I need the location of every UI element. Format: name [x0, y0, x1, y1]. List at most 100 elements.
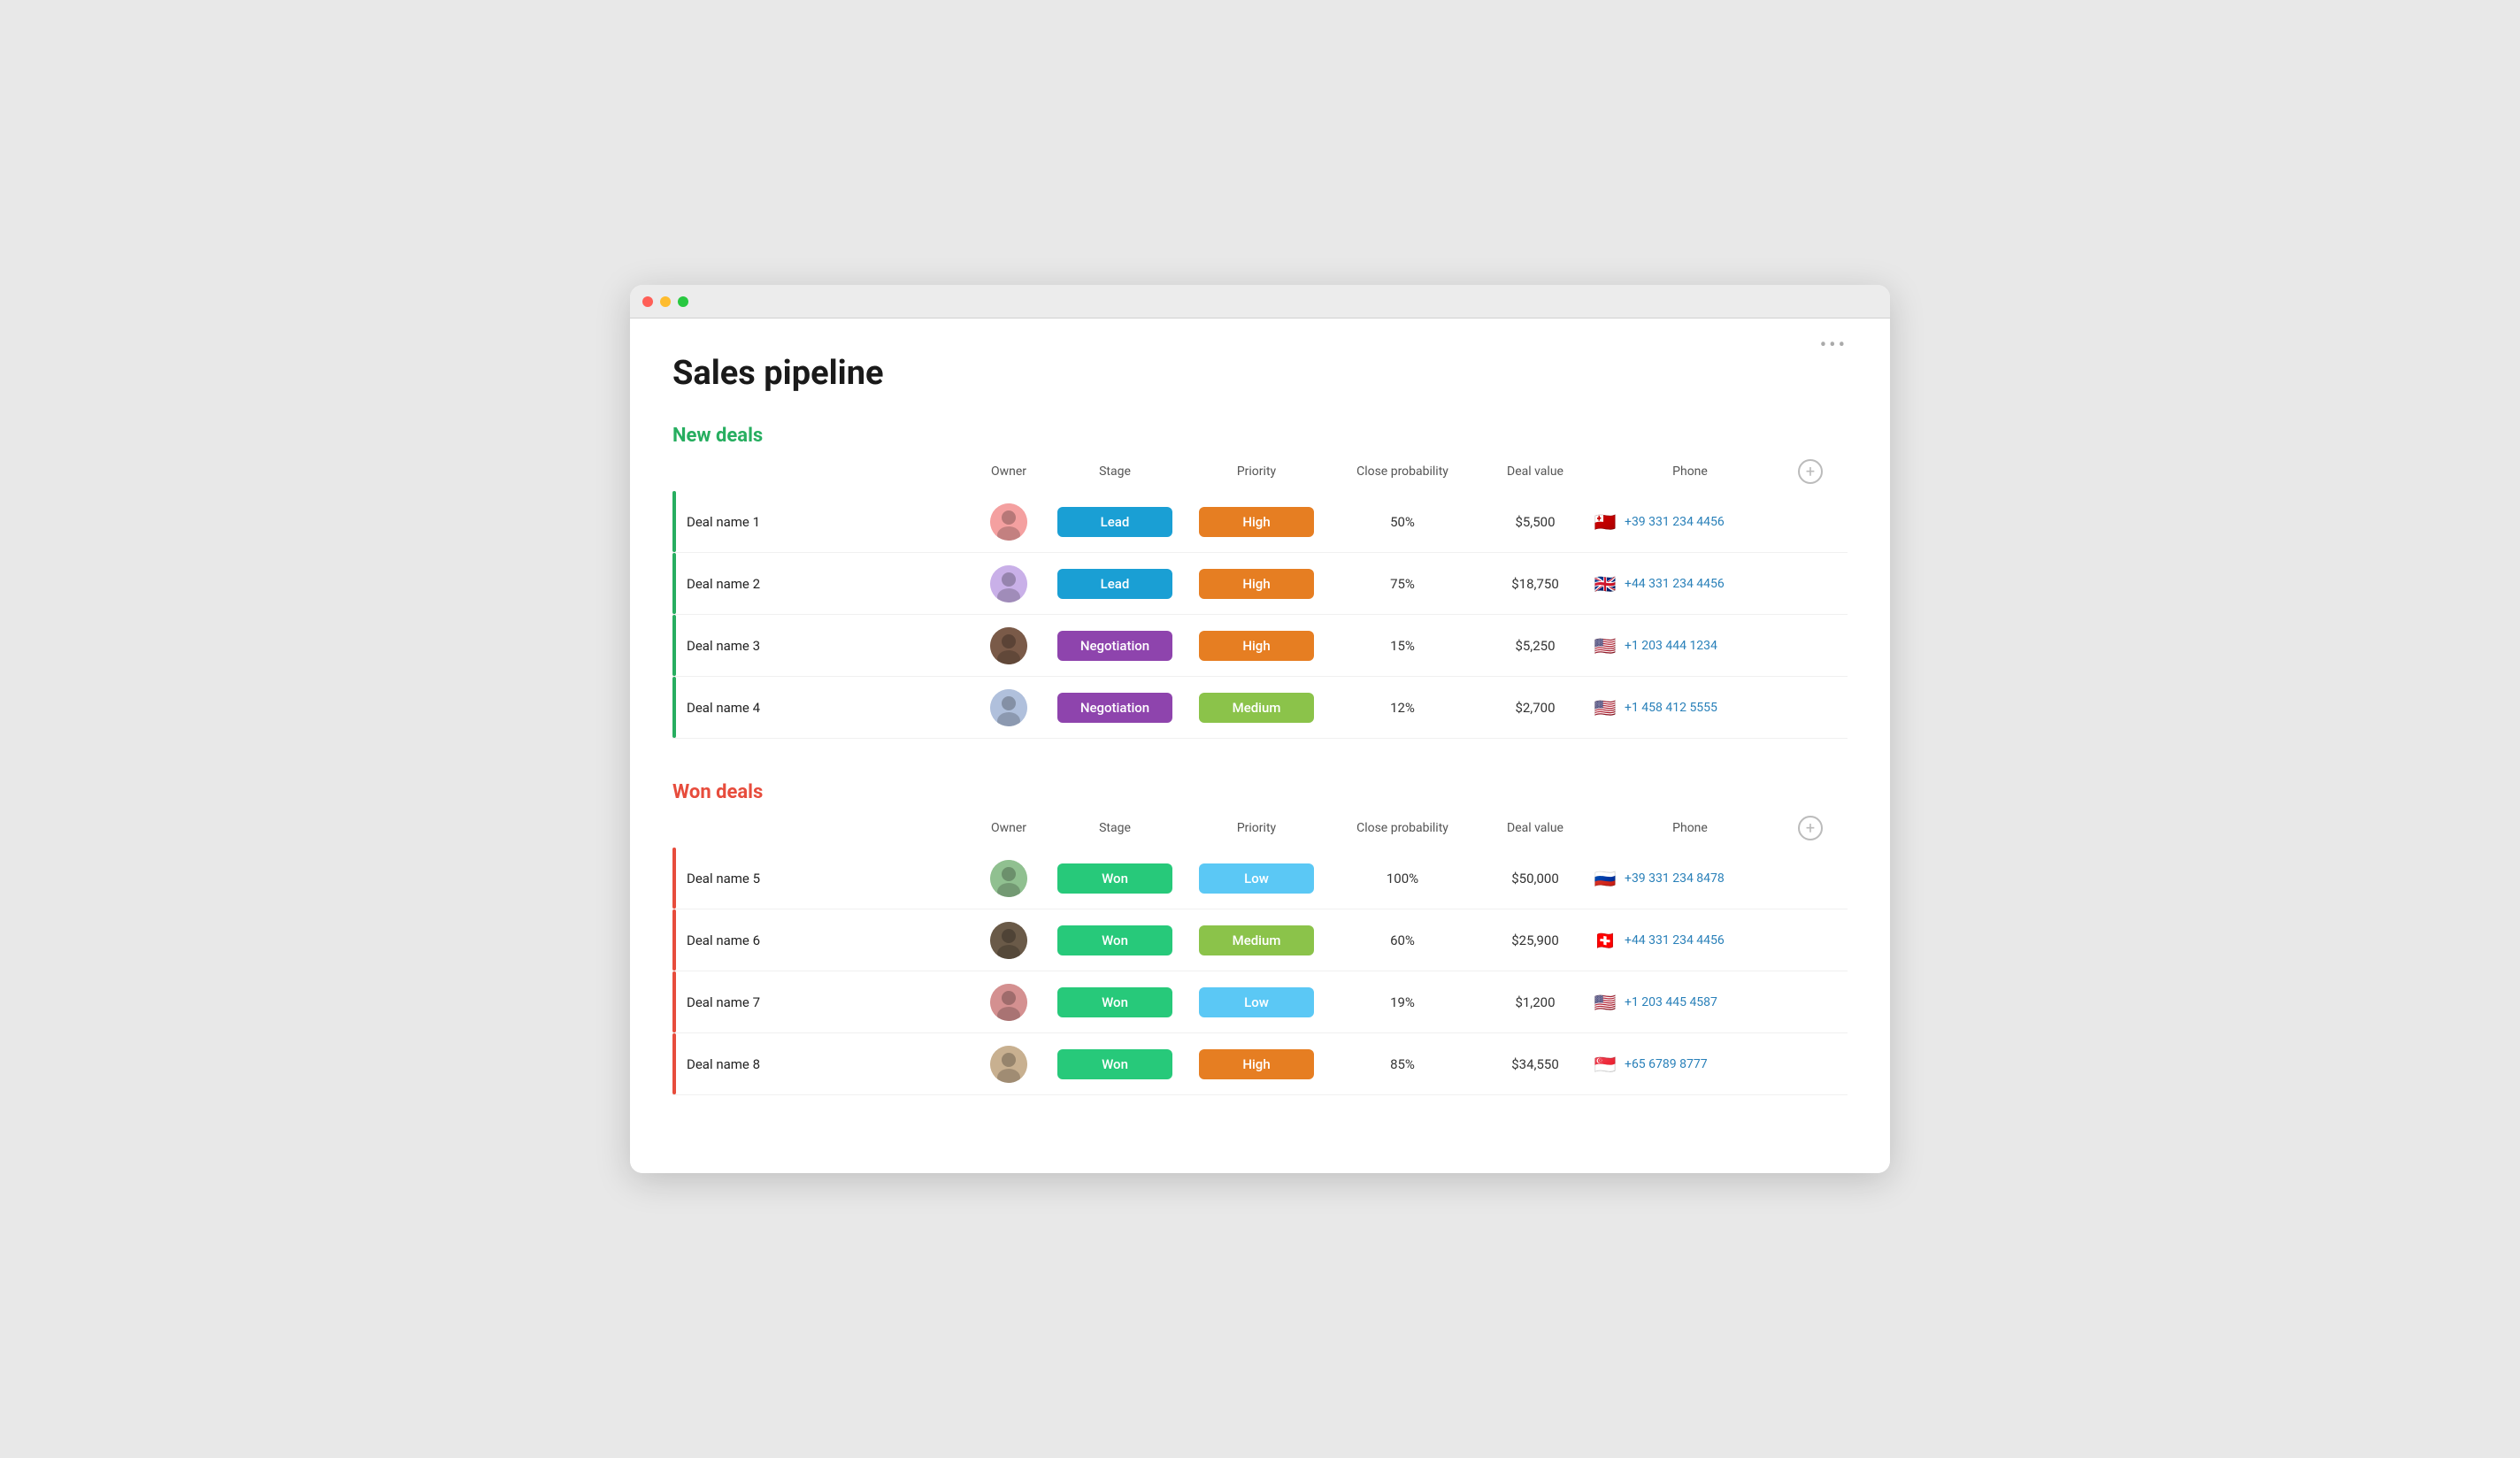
deal-name: Deal name 4: [672, 700, 973, 716]
owner-cell: [973, 689, 1044, 726]
stage-cell: Won: [1044, 1049, 1186, 1079]
priority-badge: Medium: [1199, 693, 1314, 723]
page-title: Sales pipeline: [672, 354, 1848, 393]
stage-badge: Won: [1057, 925, 1172, 955]
phone-cell[interactable]: 🇺🇸 +1 203 445 4587: [1593, 994, 1787, 1011]
maximize-button[interactable]: [678, 296, 688, 307]
close-probability-cell: 85%: [1327, 1056, 1478, 1072]
table-row[interactable]: Deal name 3 Negotiation High 15% $5,250: [672, 615, 1848, 677]
avatar: [990, 984, 1027, 1021]
deal-value-cell: $18,750: [1478, 576, 1593, 592]
owner-cell: [973, 503, 1044, 541]
phone-cell[interactable]: 🇨🇭 +44 331 234 4456: [1593, 932, 1787, 949]
phone-cell[interactable]: 🇺🇸 +1 458 412 5555: [1593, 699, 1787, 717]
col-header-stage: Stage: [1044, 464, 1186, 479]
phone-number[interactable]: +1 203 445 4587: [1625, 995, 1717, 1009]
won-deals-column-headers: Owner Stage Priority Close probability D…: [672, 816, 1848, 848]
owner-cell: [973, 922, 1044, 959]
country-flag: 🇺🇸: [1593, 637, 1617, 655]
table-row[interactable]: Deal name 1 Lead High 50% $5,500 🇹�: [672, 491, 1848, 553]
phone-number[interactable]: +44 331 234 4456: [1625, 577, 1725, 591]
priority-cell: Medium: [1186, 925, 1327, 955]
priority-cell: Low: [1186, 863, 1327, 894]
stage-badge: Negotiation: [1057, 631, 1172, 661]
phone-number[interactable]: +1 458 412 5555: [1625, 701, 1717, 715]
avatar: [990, 689, 1027, 726]
stage-cell: Negotiation: [1044, 693, 1186, 723]
won-deals-section: Won deals Owner Stage Priority Close pro…: [672, 781, 1848, 1095]
country-flag: 🇷🇺: [1593, 870, 1617, 887]
table-row[interactable]: Deal name 2 Lead High 75% $18,750 🇬: [672, 553, 1848, 615]
phone-number[interactable]: +65 6789 8777: [1625, 1057, 1708, 1071]
owner-cell: [973, 627, 1044, 664]
priority-cell: High: [1186, 569, 1327, 599]
more-options-button[interactable]: •••: [1820, 334, 1848, 357]
deal-value-cell: $5,250: [1478, 638, 1593, 654]
priority-badge: Medium: [1199, 925, 1314, 955]
phone-cell[interactable]: 🇬🇧 +44 331 234 4456: [1593, 575, 1787, 593]
phone-cell[interactable]: 🇷🇺 +39 331 234 8478: [1593, 870, 1787, 887]
stage-cell: Won: [1044, 863, 1186, 894]
table-row[interactable]: Deal name 5 Won Low 100% $50,000 🇷�: [672, 848, 1848, 909]
phone-number[interactable]: +1 203 444 1234: [1625, 639, 1717, 653]
phone-cell[interactable]: 🇹🇴 +39 331 234 4456: [1593, 513, 1787, 531]
main-content: Sales pipeline ••• New deals Owner Stage…: [630, 318, 1890, 1173]
priority-badge: Low: [1199, 863, 1314, 894]
avatar: [990, 565, 1027, 602]
table-row[interactable]: Deal name 7 Won Low 19% $1,200 🇺🇸: [672, 971, 1848, 1033]
owner-cell: [973, 1046, 1044, 1083]
col-header-deal-value: Deal value: [1478, 464, 1593, 479]
add-new-deal-button[interactable]: +: [1798, 459, 1823, 484]
col-header-add: +: [1787, 459, 1823, 484]
titlebar: [630, 285, 1890, 318]
phone-cell[interactable]: 🇸🇬 +65 6789 8777: [1593, 1055, 1787, 1073]
priority-badge: Low: [1199, 987, 1314, 1017]
stage-cell: Lead: [1044, 569, 1186, 599]
close-probability-cell: 60%: [1327, 932, 1478, 948]
deal-name: Deal name 8: [672, 1056, 973, 1072]
close-probability-cell: 15%: [1327, 638, 1478, 654]
close-probability-cell: 100%: [1327, 871, 1478, 886]
priority-cell: High: [1186, 631, 1327, 661]
avatar: [990, 922, 1027, 959]
stage-badge: Lead: [1057, 507, 1172, 537]
new-deals-header: New deals: [672, 425, 1848, 447]
phone-number[interactable]: +44 331 234 4456: [1625, 933, 1725, 948]
stage-cell: Lead: [1044, 507, 1186, 537]
deal-value-cell: $34,550: [1478, 1056, 1593, 1072]
col-header-owner: Owner: [973, 464, 1044, 479]
minimize-button[interactable]: [660, 296, 671, 307]
deal-name: Deal name 1: [672, 514, 973, 530]
stage-badge: Won: [1057, 987, 1172, 1017]
won-col-header-owner: Owner: [973, 821, 1044, 835]
avatar: [990, 503, 1027, 541]
won-col-header-priority: Priority: [1186, 821, 1327, 835]
stage-cell: Won: [1044, 987, 1186, 1017]
deal-value-cell: $5,500: [1478, 514, 1593, 530]
stage-cell: Negotiation: [1044, 631, 1186, 661]
new-deals-title: New deals: [672, 425, 763, 447]
phone-number[interactable]: +39 331 234 8478: [1625, 871, 1725, 886]
won-col-header-stage: Stage: [1044, 821, 1186, 835]
won-col-header-phone: Phone: [1593, 821, 1787, 835]
close-probability-cell: 50%: [1327, 514, 1478, 530]
add-won-deal-button[interactable]: +: [1798, 816, 1823, 840]
phone-number[interactable]: +39 331 234 4456: [1625, 515, 1725, 529]
country-flag: 🇨🇭: [1593, 932, 1617, 949]
phone-cell[interactable]: 🇺🇸 +1 203 444 1234: [1593, 637, 1787, 655]
close-probability-cell: 75%: [1327, 576, 1478, 592]
stage-cell: Won: [1044, 925, 1186, 955]
priority-cell: Low: [1186, 987, 1327, 1017]
table-row[interactable]: Deal name 4 Negotiation Medium 12% $2,70…: [672, 677, 1848, 739]
table-row[interactable]: Deal name 6 Won Medium 60% $25,900 �: [672, 909, 1848, 971]
avatar: [990, 1046, 1027, 1083]
priority-badge: High: [1199, 1049, 1314, 1079]
deal-value-cell: $25,900: [1478, 932, 1593, 948]
owner-cell: [973, 984, 1044, 1021]
close-button[interactable]: [642, 296, 653, 307]
deal-value-cell: $2,700: [1478, 700, 1593, 716]
deal-name: Deal name 6: [672, 932, 973, 948]
app-window: Sales pipeline ••• New deals Owner Stage…: [630, 285, 1890, 1173]
table-row[interactable]: Deal name 8 Won High 85% $34,550 🇸�: [672, 1033, 1848, 1095]
country-flag: 🇬🇧: [1593, 575, 1617, 593]
